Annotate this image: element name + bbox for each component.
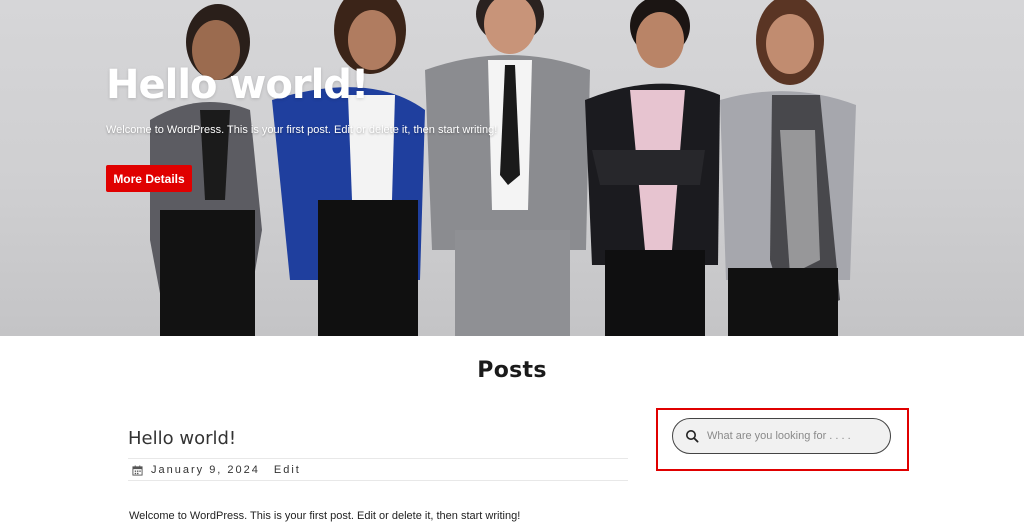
- meta-divider-bottom: [128, 480, 628, 481]
- search-box[interactable]: [672, 418, 891, 454]
- person-2: [272, 0, 425, 336]
- post-meta: January 9, 2024 Edit: [132, 463, 301, 477]
- hero-text: Welcome to WordPress. This is your first…: [106, 124, 498, 136]
- calendar-icon: [132, 464, 143, 476]
- person-3: [425, 0, 590, 336]
- more-details-button[interactable]: More Details: [106, 165, 192, 192]
- post-date[interactable]: January 9, 2024: [151, 464, 260, 476]
- hero-banner: Hello world! Welcome to WordPress. This …: [0, 0, 1024, 336]
- post-excerpt: Welcome to WordPress. This is your first…: [129, 510, 521, 522]
- search-input[interactable]: [707, 430, 887, 442]
- person-5: [720, 0, 856, 336]
- meta-divider-top: [128, 458, 628, 459]
- search-icon[interactable]: [685, 429, 699, 443]
- section-title: Posts: [477, 358, 547, 383]
- post-edit-link[interactable]: Edit: [274, 464, 301, 476]
- person-4: [585, 0, 720, 336]
- post-title[interactable]: Hello world!: [128, 428, 236, 449]
- hero-title: Hello world!: [106, 62, 369, 108]
